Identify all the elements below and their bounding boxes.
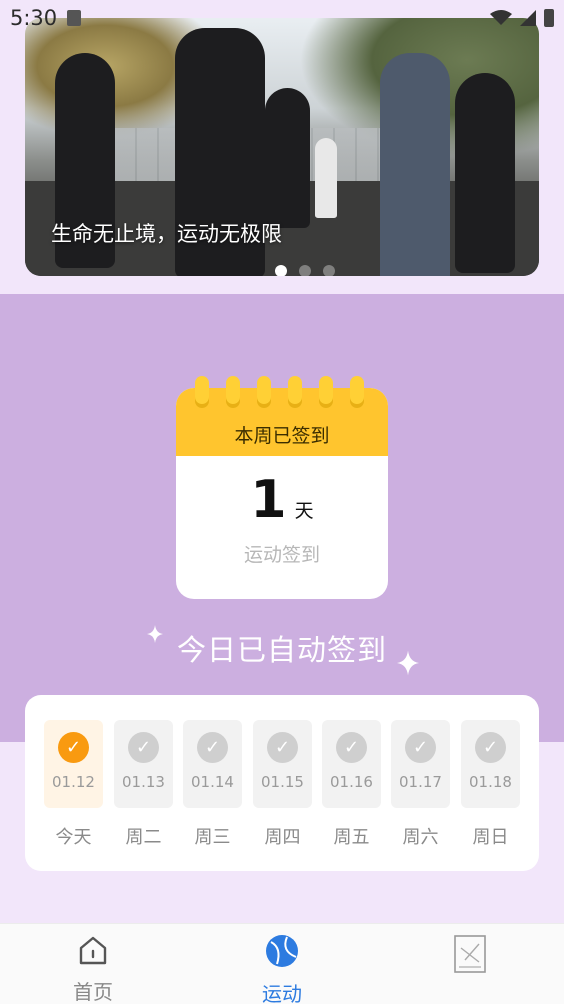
check-icon: ✓ [128, 732, 159, 763]
status-bar: 5:30 [0, 0, 564, 36]
hero-banner[interactable]: 生命无止境，运动无极限 [25, 18, 539, 276]
day-cell[interactable]: ✓ 01.17 [391, 720, 450, 808]
day-label: 周四 [264, 827, 301, 848]
wifi-icon [490, 10, 512, 25]
day-date: 01.17 [399, 773, 442, 791]
sparkle-icon [397, 650, 419, 676]
day-cell[interactable]: ✓ 01.14 [183, 720, 242, 808]
battery-icon [544, 9, 554, 27]
ball-icon [266, 935, 298, 967]
auto-signed-text: 今日已自动签到 [176, 633, 387, 667]
day-label: 今天 [55, 827, 92, 848]
check-icon: ✓ [336, 732, 367, 763]
day-cell[interactable]: ✓ 01.15 [253, 720, 312, 808]
tab-label: 首页 [73, 980, 113, 1004]
tab-sport[interactable]: 运动 [232, 934, 332, 1004]
notification-icon [67, 10, 82, 26]
bottom-tab-bar: 首页 运动 [0, 923, 564, 1004]
chart-icon [454, 935, 486, 973]
check-icon: ✓ [475, 732, 506, 763]
banner-caption: 生命无止境，运动无极限 [51, 222, 282, 246]
day-cell[interactable]: ✓ 01.16 [322, 720, 381, 808]
carousel-dot[interactable] [299, 265, 311, 276]
day-label: 周三 [194, 827, 231, 848]
tab-home[interactable]: 首页 [43, 934, 143, 1004]
tab-chart[interactable] [420, 934, 520, 984]
day-cell[interactable]: ✓ 01.13 [114, 720, 173, 808]
day-cell-today[interactable]: ✓ 01.12 [44, 720, 103, 808]
check-icon: ✓ [405, 732, 436, 763]
day-cell[interactable]: ✓ 01.18 [461, 720, 520, 808]
day-label: 周日 [472, 827, 509, 848]
day-date: 01.18 [469, 773, 512, 791]
check-icon: ✓ [267, 732, 298, 763]
status-time: 5:30 [10, 6, 58, 30]
carousel-dot[interactable] [323, 265, 335, 276]
day-date: 01.14 [191, 773, 234, 791]
day-date: 01.15 [261, 773, 304, 791]
signin-count: 1 [250, 470, 287, 530]
check-icon: ✓ [197, 732, 228, 763]
day-label: 周二 [125, 827, 162, 848]
carousel-dot[interactable] [275, 265, 287, 276]
check-icon: ✓ [58, 732, 89, 763]
carousel-indicator[interactable] [275, 265, 335, 276]
home-icon [79, 936, 107, 965]
week-signin-card: ✓ 01.12 今天 ✓ 01.13 周二 ✓ 01.14 周三 ✓ 01.15… [25, 695, 539, 871]
signal-icon [520, 10, 536, 26]
day-date: 01.16 [330, 773, 373, 791]
signin-unit: 天 [294, 500, 314, 522]
day-label: 周六 [402, 827, 439, 848]
day-date: 01.12 [52, 773, 95, 791]
day-date: 01.13 [122, 773, 165, 791]
day-label: 周五 [333, 827, 370, 848]
calendar-rings [195, 376, 364, 408]
weekly-signin-calendar: 本周已签到 1天 运动签到 [176, 388, 388, 599]
tab-label: 运动 [262, 982, 302, 1004]
calendar-subtitle: 运动签到 [243, 544, 320, 566]
